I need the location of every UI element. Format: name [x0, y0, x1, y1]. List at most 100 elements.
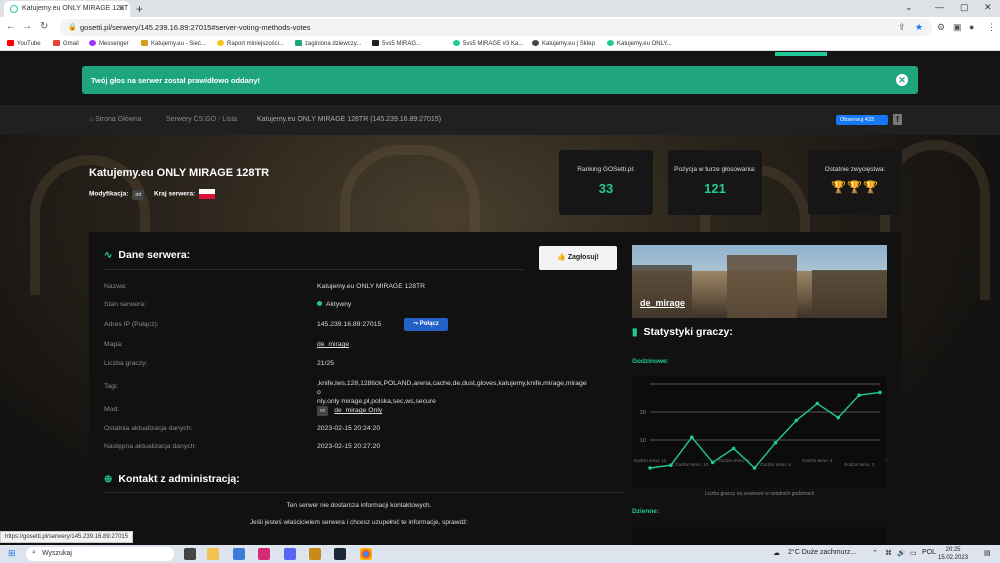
- thumbs-up-icon: 👍: [557, 254, 566, 261]
- window-close-icon[interactable]: ✕: [984, 2, 992, 13]
- tab-search-icon[interactable]: ⌄: [905, 2, 913, 13]
- maximize-icon[interactable]: ▢: [960, 2, 969, 13]
- stat-ranking: Ranking GOSetti.pl: 33: [559, 150, 653, 215]
- reload-icon[interactable]: ↻: [40, 21, 48, 32]
- site-favicon-icon: [10, 5, 18, 13]
- bookmark-raport[interactable]: Raport miniejszości...: [217, 40, 284, 47]
- status-bar-url: https://gosetti.pl/serwery/145.239.16.89…: [0, 531, 134, 543]
- breadcrumb: ⌂ Strona Główna Serwery CS:GO - Lista Ka…: [0, 105, 1000, 135]
- contact-text-1: Ten serwer nie dostarcza informacji kont…: [286, 502, 432, 509]
- bar-chart-icon: ▮: [632, 327, 638, 338]
- bookmark-5vs5-mirage[interactable]: 5vs5 MIRAG...: [372, 40, 421, 47]
- store-icon[interactable]: [233, 548, 245, 560]
- data-point: [752, 466, 757, 470]
- facebook-follow-button[interactable]: Obserwuj 433: [836, 115, 888, 125]
- minimize-icon[interactable]: —: [935, 2, 944, 12]
- daily-label: Dzienne:: [632, 508, 660, 515]
- mod-badge: mi: [132, 189, 145, 200]
- address-bar[interactable]: 🔒 gosetti.pl/serwery/145.239.16.89:27015…: [60, 19, 932, 36]
- language-indicator[interactable]: POL: [922, 549, 936, 556]
- alert-close-icon[interactable]: ✕: [896, 74, 908, 86]
- section-heading-contact: ⊕ Kontakt z administracją:: [104, 473, 240, 485]
- data-point: [648, 466, 652, 470]
- globe-icon: ⊕: [104, 474, 113, 485]
- section-heading-details: ∿ Dane serwera:: [104, 249, 191, 261]
- app-icon[interactable]: [309, 548, 321, 560]
- lock-icon[interactable]: 🔒: [68, 23, 77, 31]
- back-icon[interactable]: ←: [6, 21, 16, 32]
- new-tab-icon[interactable]: +: [136, 2, 143, 16]
- file-explorer-icon[interactable]: [207, 548, 219, 560]
- weather-icon[interactable]: ☁: [773, 549, 780, 557]
- data-point: [878, 390, 882, 395]
- data-point: [690, 435, 694, 439]
- url-text: gosetti.pl/serwery/145.239.16.89:27015#s…: [80, 23, 311, 32]
- battery-icon[interactable]: ▭: [910, 549, 917, 557]
- taskbar-search[interactable]: ⌕ Wyszukaj: [26, 547, 174, 561]
- chrome-icon[interactable]: [360, 548, 372, 560]
- share-icon[interactable]: ⇪: [898, 22, 906, 33]
- x-tick-label: Godzin temu: 2: [844, 462, 875, 467]
- y-tick-label: 10: [640, 438, 646, 444]
- profile-icon[interactable]: ●: [969, 22, 974, 32]
- extensions-icon[interactable]: ⚙: [937, 22, 945, 33]
- server-title: Katujemy.eu ONLY MIRAGE 128TR: [89, 167, 270, 179]
- bookmark-zaginiona[interactable]: zaginiona dziewczy...: [295, 40, 361, 47]
- volume-icon[interactable]: 🔊: [897, 549, 906, 557]
- contact-text-2: Jeśli jesteś właścicielem serwera i chce…: [249, 519, 469, 526]
- notifications-icon[interactable]: ▤: [984, 549, 991, 557]
- data-point: [710, 460, 715, 465]
- breadcrumb-list[interactable]: Serwery CS:GO - Lista: [166, 116, 237, 123]
- bookmark-star-icon[interactable]: ★: [915, 22, 923, 33]
- menu-icon[interactable]: ⋮: [987, 22, 996, 33]
- map-name-link[interactable]: de_mirage: [640, 298, 685, 308]
- tray-chevron-icon[interactable]: ⌃: [872, 549, 878, 557]
- facebook-icon[interactable]: f: [893, 114, 902, 125]
- bookmark-youtube[interactable]: YouTube: [7, 40, 41, 47]
- network-icon[interactable]: ⌘: [885, 549, 892, 557]
- hourly-label: Godzinowe:: [632, 358, 669, 365]
- task-view-icon[interactable]: [184, 548, 196, 560]
- mod-link[interactable]: de_mirage Only: [334, 407, 382, 414]
- breadcrumb-home[interactable]: ⌂ Strona Główna: [89, 116, 142, 123]
- x-tick-label: Godzin temu: 12: [633, 458, 667, 463]
- data-point: [669, 463, 673, 467]
- instagram-icon[interactable]: [258, 548, 270, 560]
- data-point: [836, 415, 840, 420]
- bookmark-katujemy-siec[interactable]: Katujemy.eu - Sieć...: [141, 40, 206, 47]
- page-content: Twój głos na serwer został prawidłowo od…: [0, 52, 1000, 545]
- weather-text[interactable]: 2°C Duże zachmurz...: [788, 549, 856, 556]
- steam-icon[interactable]: [334, 548, 346, 560]
- taskbar-clock[interactable]: 20:25 15.02.2023: [938, 546, 968, 562]
- start-icon[interactable]: ⊞: [8, 548, 16, 559]
- x-tick-label: Godzin temu: 6: [760, 462, 791, 467]
- discord-icon[interactable]: [284, 548, 296, 560]
- bookmark-gmail[interactable]: Gmail: [53, 40, 79, 47]
- home-icon: ⌂: [89, 116, 94, 123]
- side-panel-icon[interactable]: ▣: [953, 22, 962, 33]
- stat-last-wins: Ostatnie zwycięstwa: 🏆🏆🏆: [808, 150, 902, 215]
- data-point: [857, 393, 861, 397]
- windows-taskbar: ⊞ ⌕ Wyszukaj ☁ 2°C Duże zachmurz... ⌃ ⌘ 🔊…: [0, 545, 1000, 563]
- forward-icon[interactable]: →: [22, 21, 32, 32]
- bookmark-messenger[interactable]: Messenger: [89, 40, 129, 47]
- alert-message: Twój głos na serwer został prawidłowo od…: [91, 76, 261, 85]
- pulse-icon: ∿: [104, 250, 113, 261]
- bookmark-katujemy-sklep[interactable]: Katujemy.eu | Sklep: [532, 40, 595, 47]
- x-tick-label: Godzin temu: 1: [886, 458, 887, 463]
- stat-vote-position: Pozycja w turze głosowania: 121: [668, 150, 762, 215]
- bookmark-katujemy-only[interactable]: Katujemy.eu ONLY...: [607, 40, 672, 47]
- browser-toolbar: ← → ↻ 🔒 gosetti.pl/serwery/145.239.16.89…: [0, 17, 1000, 38]
- status-dot-icon: [317, 301, 322, 306]
- tab-title: Katujemy.eu ONLY MIRAGE 128T: [22, 5, 129, 12]
- connect-button[interactable]: ⤳ Połącz: [404, 318, 448, 331]
- tab-close-icon[interactable]: ✕: [118, 4, 125, 13]
- browser-tab[interactable]: Katujemy.eu ONLY MIRAGE 128T ✕: [4, 1, 130, 17]
- bookmark-5vs5-mirage-3[interactable]: 5vs5 MIRAGE #3 Ka...: [453, 40, 523, 47]
- vote-button[interactable]: 👍 Zagłosuj!: [539, 246, 617, 270]
- success-alert: Twój głos na serwer został prawidłowo od…: [82, 66, 918, 94]
- connect-icon: ⤳: [413, 321, 419, 327]
- chart-caption: Liczba graczy na serwerze w ostatnich go…: [704, 491, 815, 497]
- detail-row-tags: Tagi: ,knife,lws,128,128tick,POLAND,arena…: [104, 380, 587, 405]
- map-link[interactable]: de_mirage: [317, 341, 349, 348]
